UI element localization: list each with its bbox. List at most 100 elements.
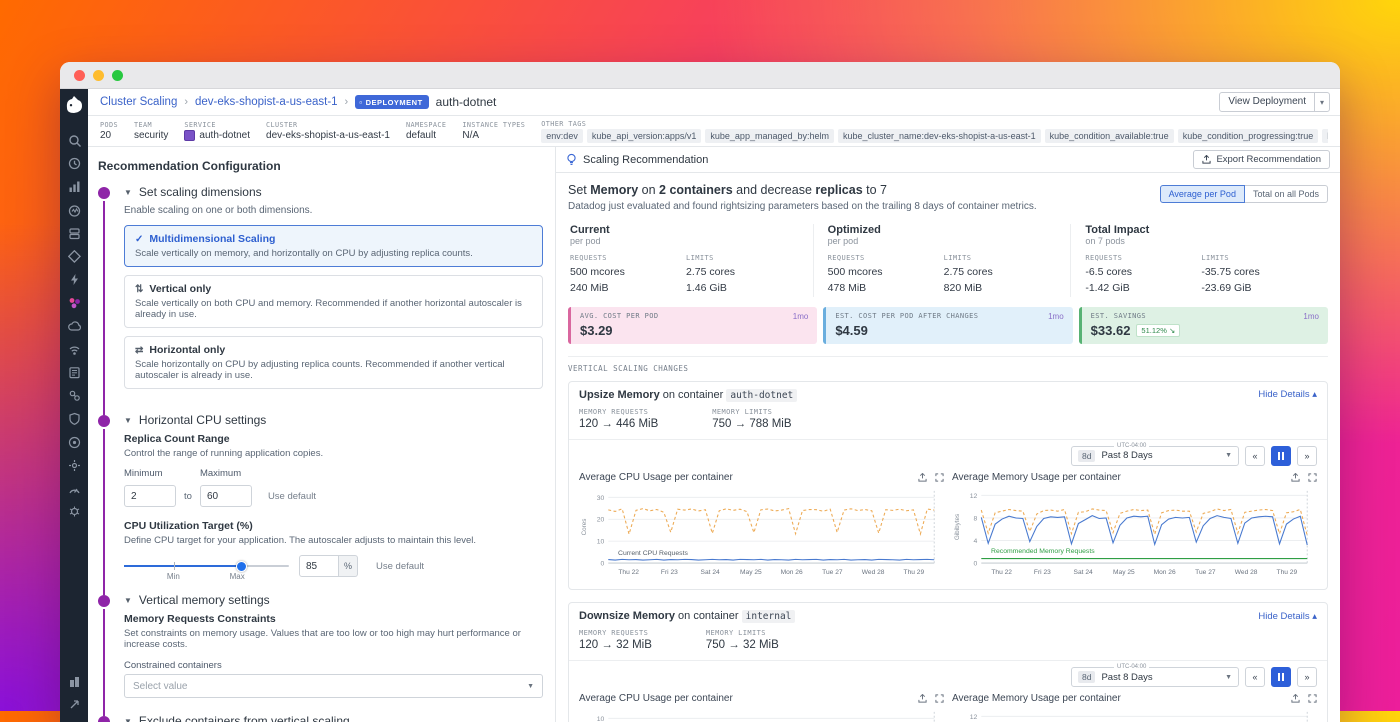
- collapse-icon[interactable]: [66, 696, 82, 712]
- export-icon[interactable]: [918, 473, 927, 482]
- hide-details-link[interactable]: Hide Details ▴: [1258, 611, 1317, 622]
- option-vertical-only[interactable]: ⇅Vertical only Scale vertically on both …: [124, 275, 543, 328]
- use-default-link[interactable]: Use default: [376, 561, 424, 572]
- app-window: Cluster Scaling › dev-eks-shopist-a-us-e…: [60, 62, 1340, 722]
- tag-pill[interactable]: kube_cluster_name:dev-eks-shopist-a-us-e…: [838, 129, 1041, 143]
- history-icon[interactable]: [66, 156, 82, 172]
- expand-icon[interactable]: [935, 473, 944, 482]
- chevron-down-icon: ▼: [527, 683, 534, 690]
- chevron-down-icon[interactable]: ▾: [1314, 93, 1329, 111]
- time-range-picker[interactable]: UTC-04:00 8d Past 8 Days ▼: [1071, 667, 1239, 687]
- stats-optimized: Optimized per pod REQUESTS 500 mcores478…: [813, 224, 1071, 297]
- recommendation-summary: Set Memory on 2 containers and decrease …: [568, 183, 1037, 212]
- option-horizontal-only[interactable]: ⇄Horizontal only Scale horizontally on C…: [124, 336, 543, 389]
- cpu-target-slider[interactable]: Min Max: [124, 557, 289, 575]
- svg-text:May 25: May 25: [1113, 568, 1135, 575]
- usage-icon[interactable]: [66, 480, 82, 496]
- cpu-target-input[interactable]: [299, 555, 339, 577]
- meta-field-instance-types: INSTANCE TYPESN/A: [462, 121, 525, 141]
- rewind-button[interactable]: «: [1245, 667, 1265, 687]
- organization-icon[interactable]: [66, 673, 82, 689]
- breadcrumb-cluster-link[interactable]: dev-eks-shopist-a-us-east-1: [195, 96, 338, 108]
- logs-icon[interactable]: [66, 364, 82, 380]
- expand-icon[interactable]: [1308, 473, 1317, 482]
- toggle-total-all-pods[interactable]: Total on all Pods: [1245, 185, 1328, 203]
- network-icon[interactable]: [66, 341, 82, 357]
- cloud-icon[interactable]: [66, 318, 82, 334]
- minimize-window-button[interactable]: [93, 70, 104, 81]
- constrained-containers-select[interactable]: Select value▼: [124, 674, 543, 698]
- svg-text:Current CPU Requests: Current CPU Requests: [618, 550, 688, 557]
- card-title: Downsize Memory on container internal: [579, 610, 795, 622]
- upsize-memory-card: Upsize Memory on container auth-dotnet H…: [568, 381, 1328, 591]
- view-deployment-button[interactable]: View Deployment ▾: [1219, 92, 1330, 112]
- metadata-bar: PODS20TEAMsecuritySERVICEauth-dotnetCLUS…: [88, 116, 1340, 147]
- time-range-picker[interactable]: UTC-04:00 8d Past 8 Days ▼: [1071, 446, 1239, 466]
- tag-pill[interactable]: kube_condition_progressing:true: [1178, 129, 1319, 143]
- rewind-button[interactable]: «: [1245, 446, 1265, 466]
- breadcrumb-cluster-scaling-link[interactable]: Cluster Scaling: [100, 96, 177, 108]
- chevron-down-icon[interactable]: ▼: [124, 188, 132, 197]
- tag-pill[interactable]: kube_app_managed_by:helm: [705, 129, 834, 143]
- slider-handle[interactable]: [236, 561, 247, 572]
- watchdog-icon[interactable]: [66, 202, 82, 218]
- horizontal-arrows-icon: ⇄: [135, 345, 143, 356]
- memory-limits-change: 750 → 32 MiB: [706, 639, 779, 651]
- expand-icon[interactable]: [935, 694, 944, 703]
- ci-icon[interactable]: [66, 504, 82, 520]
- chart-canvas[interactable]: 0510CoresThu 22Fri 23Sat 24May 25Mon 26T…: [579, 706, 944, 722]
- step-bullet: [98, 716, 110, 722]
- export-icon[interactable]: [918, 694, 927, 703]
- serverless-icon[interactable]: [66, 272, 82, 288]
- integrations-icon[interactable]: [66, 388, 82, 404]
- minimum-replicas-input[interactable]: [124, 485, 176, 507]
- chevron-down-icon[interactable]: ▼: [124, 596, 132, 605]
- option-multidimensional-scaling[interactable]: ✓Multidimensional Scaling Scale vertical…: [124, 225, 543, 267]
- tag-pill[interactable]: kube_deleted:false: [1322, 129, 1328, 143]
- close-window-button[interactable]: [74, 70, 85, 81]
- meta-field-pods: PODS20: [100, 121, 118, 141]
- expand-icon[interactable]: [1308, 694, 1317, 703]
- hide-details-link[interactable]: Hide Details ▴: [1258, 389, 1317, 400]
- search-icon[interactable]: [66, 133, 82, 149]
- chart-canvas[interactable]: 0102030CoresThu 22Fri 23Sat 24May 25Mon …: [579, 485, 944, 577]
- forward-button[interactable]: »: [1297, 667, 1317, 687]
- pause-button[interactable]: [1271, 446, 1291, 466]
- settings-icon[interactable]: [66, 457, 82, 473]
- cube-icon: ▫: [359, 98, 362, 107]
- chevron-down-icon[interactable]: ▼: [124, 416, 132, 425]
- export-recommendation-button[interactable]: Export Recommendation: [1193, 150, 1330, 169]
- svg-text:Sat 24: Sat 24: [701, 568, 720, 575]
- tag-pill[interactable]: kube_condition_available:true: [1045, 129, 1174, 143]
- tag-pill[interactable]: kube_api_version:apps/v1: [587, 129, 702, 143]
- synthetics-icon[interactable]: [66, 434, 82, 450]
- maximum-replicas-input[interactable]: [200, 485, 252, 507]
- chevron-down-icon[interactable]: ▼: [124, 717, 132, 722]
- step-bullet: [98, 415, 110, 427]
- metrics-icon[interactable]: [66, 179, 82, 195]
- svg-text:Wed 28: Wed 28: [1235, 568, 1258, 575]
- export-icon[interactable]: [1291, 473, 1300, 482]
- export-icon[interactable]: [1291, 694, 1300, 703]
- svg-text:8: 8: [974, 515, 978, 522]
- svg-text:May 25: May 25: [740, 568, 762, 575]
- containers-icon[interactable]: [66, 295, 82, 311]
- chart-canvas[interactable]: 04812GibibytesThu 22Fri 23Sat 24May 25Mo…: [952, 485, 1317, 577]
- svg-text:0: 0: [601, 560, 605, 567]
- svg-text:0: 0: [974, 560, 978, 567]
- zoom-window-button[interactable]: [112, 70, 123, 81]
- svg-text:Fri 23: Fri 23: [1034, 568, 1051, 575]
- apm-icon[interactable]: [66, 249, 82, 265]
- tag-pill[interactable]: env:dev: [541, 129, 583, 143]
- security-icon[interactable]: [66, 411, 82, 427]
- use-default-link[interactable]: Use default: [268, 491, 316, 507]
- toggle-average-per-pod[interactable]: Average per Pod: [1160, 185, 1245, 203]
- chart-canvas[interactable]: 04812GibibytesThu 22Fri 23Sat 24May 25Mo…: [952, 706, 1317, 722]
- window-titlebar: [60, 62, 1340, 89]
- pause-button[interactable]: [1271, 667, 1291, 687]
- forward-button[interactable]: »: [1297, 446, 1317, 466]
- infrastructure-icon[interactable]: [66, 225, 82, 241]
- breadcrumb-separator: ›: [184, 96, 188, 108]
- timezone-label: UTC-04:00: [1114, 664, 1149, 670]
- step-horizontal-cpu-settings: ▼ Horizontal CPU settings Replica Count …: [98, 413, 543, 593]
